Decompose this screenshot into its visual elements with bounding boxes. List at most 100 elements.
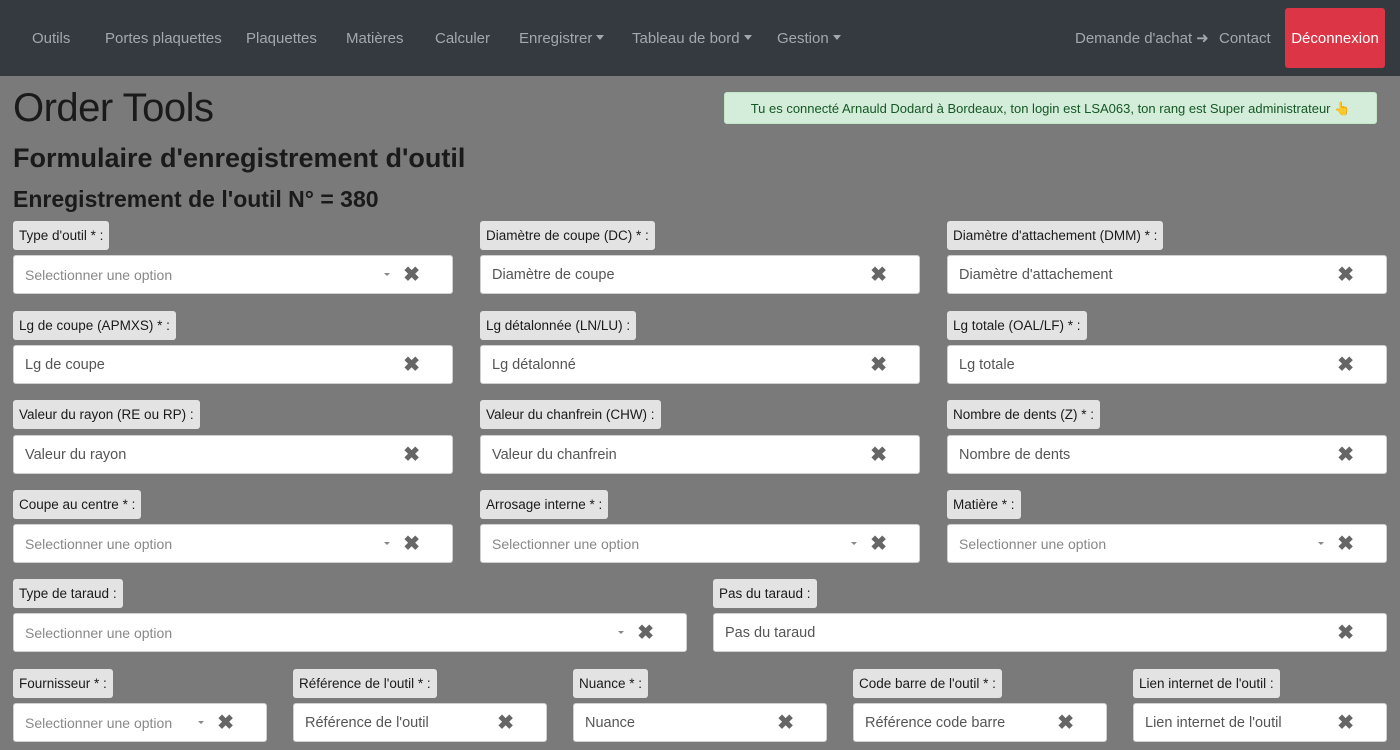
lien-internet-input[interactable]: Lien internet de l'outil ✖	[1133, 703, 1387, 742]
diametre-attachement-input[interactable]: Diamètre d'attachement ✖	[947, 255, 1387, 294]
input-placeholder: Référence code barre	[865, 715, 1006, 731]
clear-icon[interactable]: ✖	[870, 256, 887, 294]
clear-icon[interactable]: ✖	[870, 525, 887, 563]
record-prefix: Enregistrement de l'outil N° =	[13, 186, 334, 212]
nav-plaquettes[interactable]: Plaquettes	[246, 0, 317, 76]
clear-icon[interactable]: ✖	[403, 436, 420, 474]
clear-icon[interactable]: ✖	[403, 525, 420, 563]
nav-enregistrer-dropdown[interactable]: Enregistrer	[519, 0, 605, 76]
login-status-alert: Tu es connecté Arnauld Dodard à Bordeaux…	[724, 92, 1377, 124]
clear-icon[interactable]: ✖	[870, 346, 887, 384]
label-code-barre: Code barre de l'outil * :	[853, 669, 1002, 698]
label-type-outil: Type d'outil * :	[13, 221, 110, 250]
nav-tableau-label: Tableau de bord	[632, 30, 740, 47]
clear-icon[interactable]: ✖	[777, 704, 794, 742]
input-placeholder: Valeur du chanfrein	[492, 447, 617, 463]
dropdown-arrow-icon	[851, 542, 857, 545]
clear-icon[interactable]: ✖	[1337, 436, 1354, 474]
label-matiere: Matière * :	[947, 490, 1021, 519]
clear-icon[interactable]: ✖	[217, 704, 234, 742]
label-type-taraud: Type de taraud :	[13, 579, 123, 608]
clear-icon[interactable]: ✖	[1337, 704, 1354, 742]
label-nuance: Nuance * :	[573, 669, 649, 698]
navbar: Outils Portes plaquettes Plaquettes Mati…	[0, 0, 1400, 76]
input-placeholder: Lg détalonné	[492, 357, 576, 373]
clear-icon[interactable]: ✖	[1337, 525, 1354, 563]
label-nombre-dents: Nombre de dents (Z) * :	[947, 400, 1101, 429]
label-diametre-attachement: Diamètre d'attachement (DMM) * :	[947, 221, 1164, 250]
reference-input[interactable]: Référence de l'outil ✖	[293, 703, 547, 742]
nav-demande-label: Demande d'achat	[1075, 30, 1193, 47]
nav-enregistrer-label: Enregistrer	[519, 30, 593, 47]
fournisseur-select[interactable]: Selectionner une option ✖	[13, 703, 267, 742]
record-number: 380	[340, 186, 379, 212]
input-placeholder: Référence de l'outil	[305, 715, 429, 731]
input-placeholder: Nuance	[585, 715, 635, 731]
label-arrosage: Arrosage interne * :	[480, 490, 609, 519]
arrosage-select[interactable]: Selectionner une option ✖	[480, 524, 920, 563]
clear-icon[interactable]: ✖	[497, 704, 514, 742]
diametre-coupe-input[interactable]: Diamètre de coupe ✖	[480, 255, 920, 294]
code-barre-input[interactable]: Référence code barre ✖	[853, 703, 1107, 742]
nav-calculer[interactable]: Calculer	[435, 0, 490, 76]
input-placeholder: Diamètre de coupe	[492, 267, 615, 283]
input-placeholder: Nombre de dents	[959, 447, 1071, 463]
logout-button[interactable]: Déconnexion	[1285, 8, 1385, 68]
matiere-select[interactable]: Selectionner une option ✖	[947, 524, 1387, 563]
nav-tableau-de-bord-dropdown[interactable]: Tableau de bord	[632, 0, 752, 76]
label-chanfrein: Valeur du chanfrein (CHW) :	[480, 400, 661, 429]
lg-coupe-input[interactable]: Lg de coupe ✖	[13, 345, 453, 384]
clear-icon[interactable]: ✖	[403, 256, 420, 294]
nombre-dents-input[interactable]: Nombre de dents ✖	[947, 435, 1387, 474]
record-heading: Enregistrement de l'outil N° = 380	[13, 186, 379, 213]
label-pas-taraud: Pas du taraud :	[713, 579, 817, 608]
dropdown-arrow-icon	[198, 721, 204, 724]
label-rayon: Valeur du rayon (RE ou RP) :	[13, 400, 200, 429]
label-lg-coupe: Lg de coupe (APMXS) * :	[13, 311, 176, 340]
select-placeholder: Selectionner une option	[25, 625, 173, 641]
type-outil-select[interactable]: Selectionner une option ✖	[13, 255, 453, 294]
nuance-input[interactable]: Nuance ✖	[573, 703, 827, 742]
nav-contact[interactable]: Contact	[1219, 0, 1271, 76]
nav-matieres[interactable]: Matières	[346, 0, 404, 76]
clear-icon[interactable]: ✖	[1337, 346, 1354, 384]
input-placeholder: Valeur du rayon	[25, 447, 127, 463]
caret-down-icon	[596, 35, 605, 40]
nav-demande-achat[interactable]: Demande d'achat ➜	[1075, 0, 1209, 76]
nav-portes-plaquettes[interactable]: Portes plaquettes	[105, 0, 222, 76]
input-placeholder: Lg totale	[959, 357, 1015, 373]
nav-gestion-label: Gestion	[777, 30, 829, 47]
select-placeholder: Selectionner une option	[492, 536, 640, 552]
dropdown-arrow-icon	[384, 273, 390, 276]
select-placeholder: Selectionner une option	[25, 715, 173, 731]
label-reference: Référence de l'outil * :	[293, 669, 437, 698]
coupe-centre-select[interactable]: Selectionner une option ✖	[13, 524, 453, 563]
clear-icon[interactable]: ✖	[870, 436, 887, 474]
dropdown-arrow-icon	[618, 631, 624, 634]
nav-gestion-dropdown[interactable]: Gestion	[777, 0, 841, 76]
label-lg-detalonnee: Lg détalonnée (LN/LU) :	[480, 311, 637, 340]
label-lien-internet: Lien internet de l'outil :	[1133, 669, 1280, 698]
chanfrein-input[interactable]: Valeur du chanfrein ✖	[480, 435, 920, 474]
page-subtitle: Formulaire d'enregistrement d'outil	[13, 143, 466, 173]
nav-outils[interactable]: Outils	[32, 0, 70, 76]
label-coupe-centre: Coupe au centre * :	[13, 490, 142, 519]
clear-icon[interactable]: ✖	[637, 614, 654, 652]
clear-icon[interactable]: ✖	[1057, 704, 1074, 742]
clear-icon[interactable]: ✖	[403, 346, 420, 384]
dropdown-arrow-icon	[1318, 542, 1324, 545]
lg-totale-input[interactable]: Lg totale ✖	[947, 345, 1387, 384]
type-taraud-select[interactable]: Selectionner une option ✖	[13, 613, 687, 652]
dropdown-arrow-icon	[384, 542, 390, 545]
clear-icon[interactable]: ✖	[1337, 614, 1354, 652]
input-placeholder: Lien internet de l'outil	[1145, 715, 1282, 731]
clear-icon[interactable]: ✖	[1337, 256, 1354, 294]
input-placeholder: Diamètre d'attachement	[959, 267, 1113, 283]
label-diametre-coupe: Diamètre de coupe (DC) * :	[480, 221, 655, 250]
select-placeholder: Selectionner une option	[25, 536, 173, 552]
rayon-input[interactable]: Valeur du rayon ✖	[13, 435, 453, 474]
pas-taraud-input[interactable]: Pas du taraud ✖	[713, 613, 1387, 652]
page-title: Order Tools	[13, 86, 214, 130]
lg-detalonnee-input[interactable]: Lg détalonné ✖	[480, 345, 920, 384]
select-placeholder: Selectionner une option	[25, 267, 173, 283]
